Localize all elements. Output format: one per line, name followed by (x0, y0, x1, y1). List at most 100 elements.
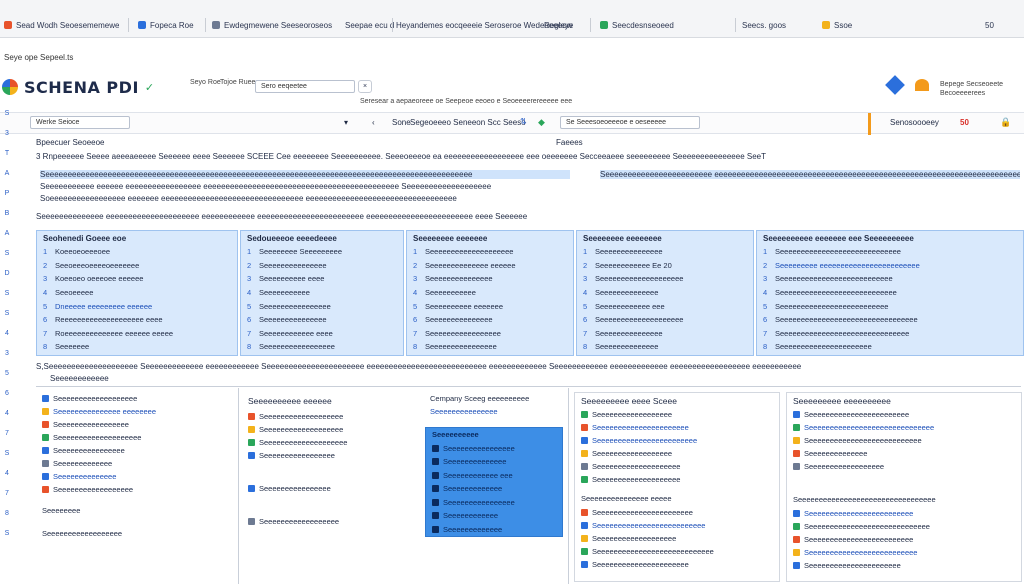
list-item[interactable]: Seeeeeeeeeeeeeeee (36, 444, 236, 457)
list-item[interactable]: 4 Seeeeeeeeeee (241, 286, 403, 300)
rail-item[interactable]: S (0, 530, 14, 550)
rail-item[interactable]: 7 (0, 430, 14, 450)
shield-icon[interactable]: ◆ (538, 117, 545, 128)
rail-item[interactable]: 3 (0, 350, 14, 370)
list-item[interactable]: 7 Seeeeeeeeeeeeeeeee (407, 327, 573, 341)
lock-icon[interactable]: 🔒 (1000, 117, 1011, 128)
list-item[interactable]: 3 Seeeeeeeeeeeeeee (407, 272, 573, 286)
list-item[interactable]: Seeeeeeeeeeeeeeeeeeeeeeeee (787, 533, 1021, 546)
dropdown-chevron-icon[interactable]: ▾ (344, 118, 348, 127)
tab-6[interactable]: Regleye (544, 16, 573, 34)
list-item[interactable]: Seeeeeeeeeeeeeeeeeeee (242, 436, 420, 449)
list-item[interactable]: 6 Seeeeeeeeeeeeeeeeeeeeeeeeeeeeeeeee (757, 313, 1023, 327)
rail-item[interactable]: 3 (0, 130, 14, 150)
close-icon[interactable]: × (358, 80, 373, 93)
list-item[interactable]: Seeeeeeeeeeeeeeeeee (36, 483, 236, 496)
list-item[interactable]: 1 Seeeeeeeeeeeeeeeeeeee (407, 245, 573, 259)
list-item[interactable]: 4 Seeeeeeeeeeeeee (577, 286, 753, 300)
list-item[interactable]: Seeeeeeeeeeeeeeeeeeeeeeeeee (575, 519, 779, 532)
list-item[interactable]: Seeeeeeeeeeeeeeeeeeeeeeeee (787, 507, 1021, 520)
list-item[interactable]: 7 Seeeeeeeeeeeeeeeeeeeeeeeeeeeeeee (757, 327, 1023, 341)
rail-item[interactable]: B (0, 210, 14, 230)
list-item[interactable]: 4 Seeeeeeeeeee (407, 286, 573, 300)
list-item[interactable]: 2 Seeeeeeeee eeeeeeeeeeeeeeeeeeeeeeee (757, 259, 1023, 273)
list-item[interactable]: 5 Dneeeee eeeeeeeee eeeeee (37, 299, 237, 313)
rail-item[interactable]: D (0, 270, 14, 290)
list-item[interactable]: 1 Seeeeeeee Seeeeeeeee (241, 245, 403, 259)
list-item[interactable]: 5 Seeeeeeeeeeeeeeee (241, 299, 403, 313)
tab-8[interactable]: Seecs. goos (742, 16, 786, 34)
list-item[interactable]: Seeeeeeeeeeeeeeeeeee (36, 392, 236, 405)
list-item[interactable]: 6 Reeeeeeeeeeeeeeeeeeee eeee (37, 313, 237, 327)
list-item[interactable]: Seeeeeeeeeeeeeee eeeeeeee (36, 405, 236, 418)
rail-item[interactable]: S (0, 290, 14, 310)
list-item[interactable]: Seeeeeeeeeeeeee (36, 470, 236, 483)
rail-item[interactable]: S (0, 450, 14, 470)
list-item[interactable]: 6 Seeeeeeeeeeeeeeeeeeee (577, 313, 753, 327)
list-item[interactable]: 4 Seeeeeeeeeeeeeeeeeeeeeeeeeeee (757, 286, 1023, 300)
list-item[interactable]: Seeeeeeeeeeeeeeeeeeeeeeee (575, 434, 779, 447)
list-item[interactable]: Seeeeeeeeeeeeeeeeeeee (575, 473, 779, 486)
list-item[interactable]: Seeeeeeeeeeeeeeeeeeeeee (575, 558, 779, 571)
list-item[interactable]: 2 Seeoeeeoeeeeoeeeeeee (37, 259, 237, 273)
card-footer-2[interactable]: Seeeeeeeeeeeeeeeeee (242, 515, 420, 528)
menu-item-file[interactable]: Seye ope Sepeel.ts (4, 53, 73, 62)
list-item[interactable]: Seeeeeeeeeeeeeeeeeee (242, 410, 420, 423)
list-item[interactable]: 1 Seeeeeeeeeeeeeee (577, 245, 753, 259)
rail-item[interactable]: 5 (0, 370, 14, 390)
list-item[interactable]: Seeeeeeeeeeeeeeeeeee (575, 532, 779, 545)
list-item[interactable]: 7 Seeeeeeeeeeeeeee (577, 327, 753, 341)
tab-3[interactable]: Ewdegmewene Seeseoroseos (212, 16, 332, 34)
rail-item[interactable]: 7 (0, 490, 14, 510)
list-item[interactable]: Seeeeeeeeeeeee (36, 457, 236, 470)
rail-item[interactable]: T (0, 150, 14, 170)
rail-item[interactable]: 8 (0, 510, 14, 530)
list-item[interactable]: 8 Seeeeeeeeeeeeeeee (407, 340, 573, 354)
list-item[interactable]: Seeeeeeeeeeeeeeeeee (575, 408, 779, 421)
rail-item[interactable]: 4 (0, 470, 14, 490)
list-item[interactable]: Seeeeeeeeeeeeeeeeeeeeeeeeeeeeee (787, 421, 1021, 434)
list-item[interactable]: Seeeeeeeeeeeeeeeeeeeeeeeeeeee (575, 545, 779, 558)
list-item[interactable]: Seeeeeeeeeeeeeeeeeeeeee (575, 421, 779, 434)
list-item[interactable]: Seeeeeeeeeeeeeeeeeee (242, 423, 420, 436)
list-item[interactable]: Seeeeeeeeeeeeeeee (426, 496, 562, 510)
list-item[interactable]: 3 Seeeeeeeeeeeeeeeeeeee (577, 272, 753, 286)
list-item[interactable]: 8 Seeeeeeeeeeeeeeeeeeeeee (757, 340, 1023, 354)
list-item[interactable]: Seeeeeeeeeeeeeeeeeeeeeeeeeeeee (787, 520, 1021, 533)
list-item[interactable]: 2 Seeeeeeeeeeeeee eeeeee (407, 259, 573, 273)
list-item[interactable]: 1 Seeeeeeeeeeeeeeeeeeeeeeeeeeeee (757, 245, 1023, 259)
list-item[interactable]: 3 Seeeeeeeeeeeeeeeeeeeeeeeeeee (757, 272, 1023, 286)
rail-item[interactable]: 6 (0, 390, 14, 410)
list-item[interactable]: 5 Seeeeeeeeee eeeeeee (407, 299, 573, 313)
list-item[interactable]: Seeeeeeeeeeeeeeeeeeee (36, 431, 236, 444)
list-item[interactable]: 3 Seeeeeeeeee eeee (241, 272, 403, 286)
list-item[interactable]: 2 Seeeeeeeeeeee Ee 20 (577, 259, 753, 273)
list-item[interactable]: 8 Seeeeeee (37, 340, 237, 354)
highlighted-card[interactable]: Seeeeeeeeee Seeeeeeeeeeeeeeee Seeeeeeeee… (425, 427, 563, 537)
rail-item[interactable]: A (0, 170, 14, 190)
header-right-text[interactable]: Bepege Secseoeete Becoeeeerees (940, 80, 1024, 98)
list-item[interactable]: Seeeeeeeeeeeeeeeeeeeeeeeeeee (787, 434, 1021, 447)
rail-item[interactable]: S (0, 250, 14, 270)
list-item[interactable]: 8 Seeeeeeeeeeeeeeeee (241, 340, 403, 354)
rail-item[interactable]: 4 (0, 410, 14, 430)
list-item[interactable]: 8 Seeeeeeeeeeeeee (577, 340, 753, 354)
list-item[interactable]: Seeeeeeeeeeeeeeeeeeeeeeee (787, 408, 1021, 421)
list-item[interactable]: Seeeeeeeeeeeeeeeeeeeeee (787, 559, 1021, 572)
list-item[interactable]: 2 Seeeeeeeeeeeeeee (241, 259, 403, 273)
list-item[interactable]: Seeeeeeeeeeeeee (426, 455, 562, 469)
rail-item[interactable]: P (0, 190, 14, 210)
list-item[interactable]: 1 Koeeoeoeeeoee (37, 245, 237, 259)
list-item[interactable]: Seeeeeeeeeeeeeeeeeeeeeee (575, 506, 779, 519)
list-item[interactable]: Seeeeeeeeeeeee (426, 482, 562, 496)
tab-7[interactable]: Seecdesnseoeed (600, 16, 674, 34)
nav-arrow-icon[interactable]: ‹ (372, 118, 375, 127)
list-item[interactable]: Seeeeeeeeeeeeeeeeee (575, 447, 779, 460)
tab-4[interactable]: Seepae ecu d (345, 16, 394, 34)
list-item[interactable]: 3 Koeeoeo oeeeoee eeeeee (37, 272, 237, 286)
breadcrumb[interactable]: Bpeecuer Seoeeoe (36, 138, 105, 147)
list-item[interactable]: Seeeeeeeeeeee (426, 509, 562, 523)
list-item[interactable]: Seeeeeeeeeeeeee (787, 447, 1021, 460)
rail-item[interactable]: 4 (0, 330, 14, 350)
list-item[interactable]: Seeeeeeeeeeeeeeee (426, 442, 562, 456)
